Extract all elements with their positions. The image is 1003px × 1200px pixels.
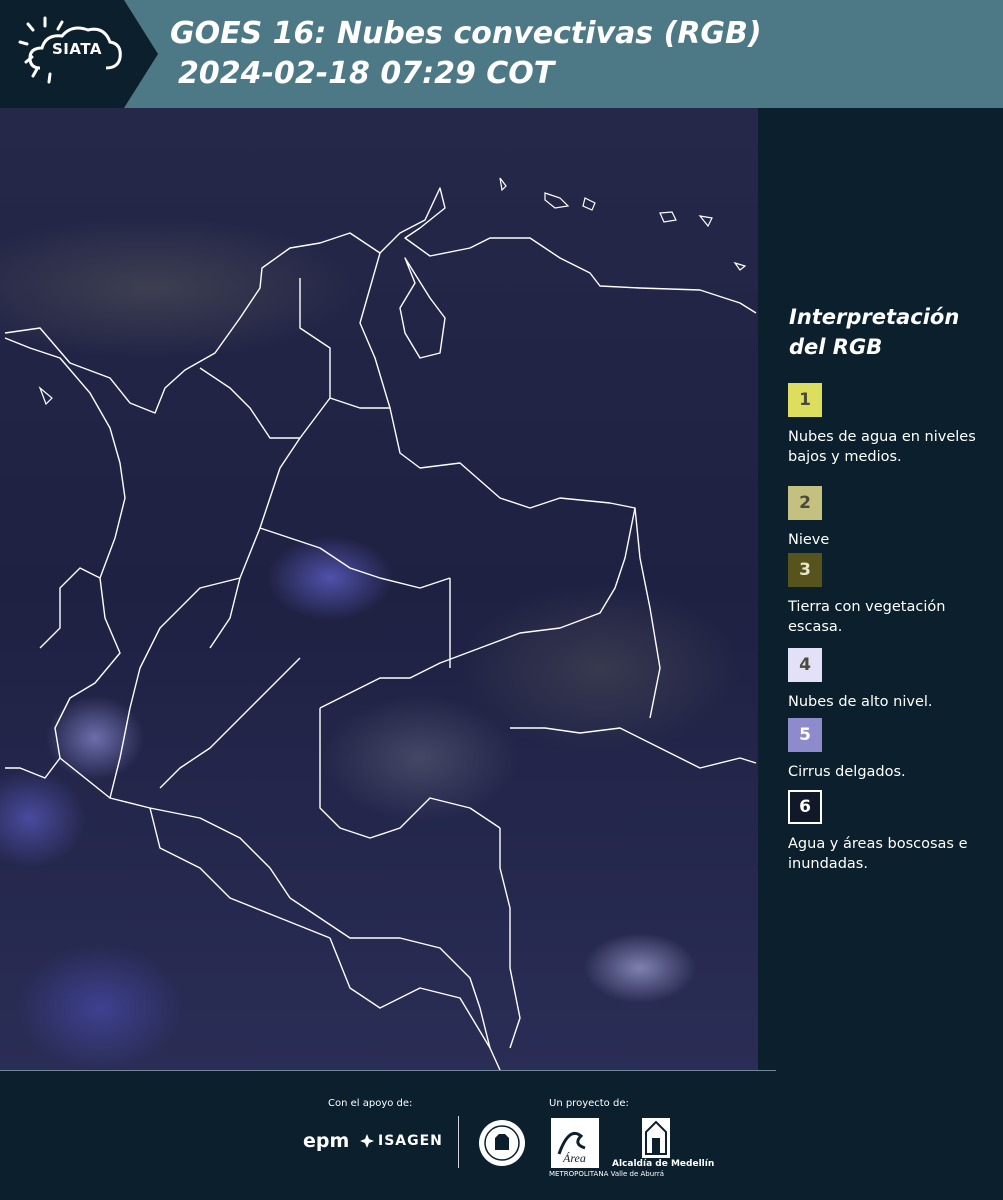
medellin-seal-icon[interactable] xyxy=(477,1118,527,1168)
legend-label: Agua y áreas boscosas e inundadas. xyxy=(788,836,968,872)
isagen-star-icon xyxy=(360,1134,374,1148)
page-timestamp: 2024-02-18 07:29 COT xyxy=(178,56,555,91)
logo-text: SIATA xyxy=(52,40,103,58)
epm-logo[interactable]: epm xyxy=(303,1130,349,1152)
logo-divider xyxy=(458,1116,459,1168)
alcaldia-building-icon[interactable] xyxy=(642,1118,670,1158)
footer: Con el apoyo de: Un proyecto de: epm ISA… xyxy=(0,1070,1003,1200)
area-logo-name: Área xyxy=(562,1151,586,1165)
legend-label: Cirrus delgados. xyxy=(788,764,906,780)
legend-item-3: 3 Tierra con vegetación escasa. xyxy=(788,553,988,637)
area-metropolitana-logo[interactable]: Área xyxy=(551,1118,599,1168)
legend-label: Nubes de agua en niveles bajos y medios. xyxy=(788,429,976,465)
header-bar: SIATA GOES 16: Nubes convectivas (RGB) 2… xyxy=(0,0,1003,108)
legend-item-5: 5 Cirrus delgados. xyxy=(788,718,988,782)
area-logo-mark: Área xyxy=(557,1131,586,1165)
legend-item-4: 4 Nubes de alto nivel. xyxy=(788,648,988,712)
alcaldia-label: Alcaldía de Medellín xyxy=(612,1159,715,1169)
area-metropolitana-subtitle: METROPOLITANA Valle de Aburrá xyxy=(549,1170,665,1178)
footer-divider xyxy=(0,1070,776,1071)
legend-swatch: 3 xyxy=(788,553,822,587)
map-borders xyxy=(4,177,757,1070)
isagen-logo[interactable]: ISAGEN xyxy=(360,1133,443,1149)
legend-item-2: 2 Nieve xyxy=(788,486,988,550)
legend-label: Nubes de alto nivel. xyxy=(788,694,933,710)
siata-logo[interactable]: SIATA xyxy=(0,0,158,108)
legend-swatch: 1 xyxy=(788,383,822,417)
satellite-map[interactable] xyxy=(0,108,758,1070)
legend-swatch: 6 xyxy=(788,790,822,824)
legend-swatch: 4 xyxy=(788,648,822,682)
legend-item-1: 1 Nubes de agua en niveles bajos y medios… xyxy=(788,383,988,467)
legend-item-6: 6 Agua y áreas boscosas e inundadas. xyxy=(788,790,988,874)
legend-swatch: 5 xyxy=(788,718,822,752)
legend-panel: Interpretación del RGB 1 Nubes de agua en… xyxy=(758,108,1003,1070)
legend-swatch: 2 xyxy=(788,486,822,520)
page-title: GOES 16: Nubes convectivas (RGB) xyxy=(170,16,762,51)
legend-title: Interpretación del RGB xyxy=(789,305,960,359)
legend-label: Nieve xyxy=(788,532,830,548)
legend-label: Tierra con vegetación escasa. xyxy=(788,599,946,635)
support-label: Con el apoyo de: xyxy=(328,1098,413,1109)
isagen-label: ISAGEN xyxy=(378,1133,443,1149)
project-label: Un proyecto de: xyxy=(549,1098,629,1109)
